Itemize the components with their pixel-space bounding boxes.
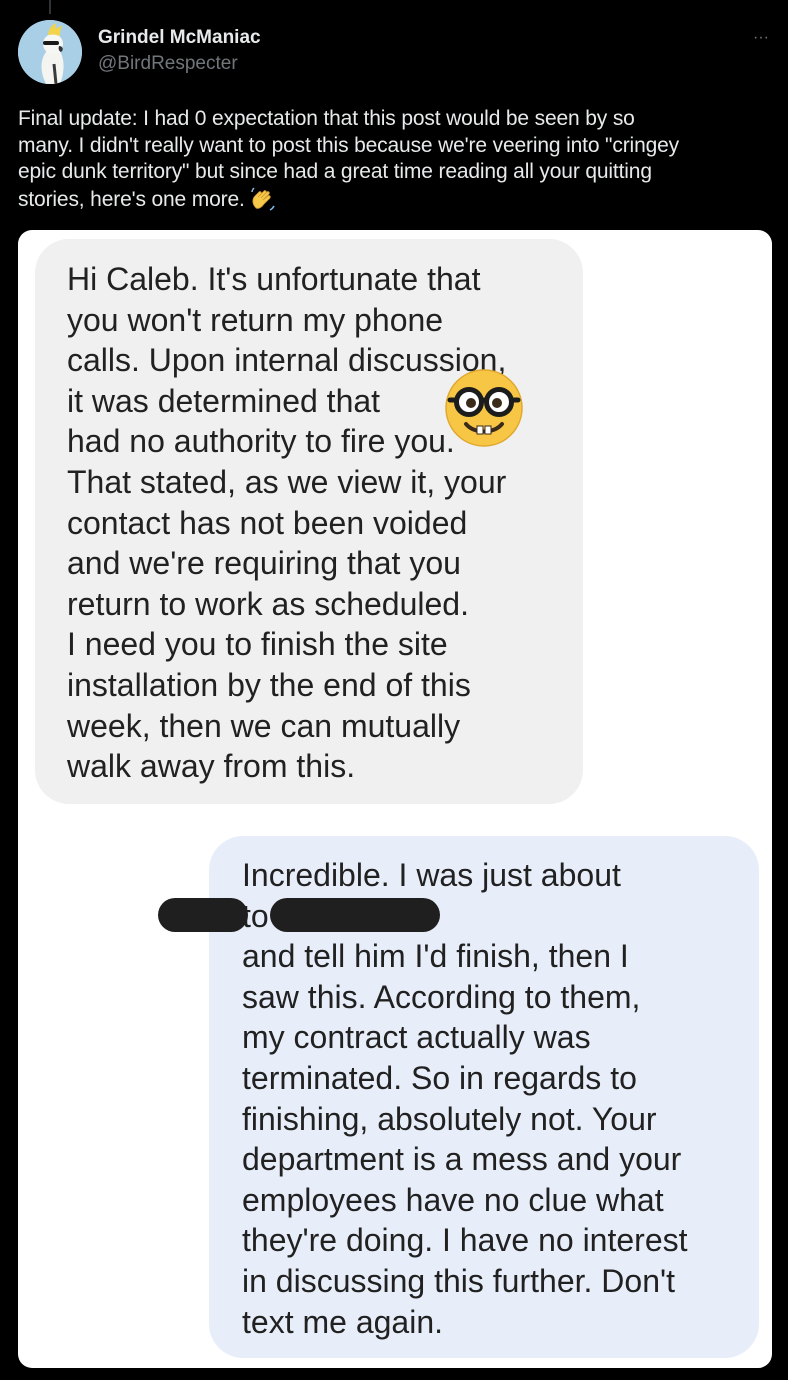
tweet-text-line: Final update: I had 0 expectation that t… [18, 107, 635, 130]
message-line: I need you to finish the site [67, 626, 448, 663]
tweet-text: Final update: I had 0 expectation that t… [18, 106, 778, 213]
message-line: week, then we can mutually [67, 707, 461, 744]
message-line: That stated, as we view it, your [67, 463, 507, 500]
message-line: return to work as scheduled. [67, 585, 469, 622]
author-display-name[interactable]: Grindel McManiac [98, 26, 261, 50]
attached-screenshot-image[interactable]: Hi Caleb. It's unfortunate that you won'… [18, 230, 772, 1368]
message-line: my contract actually was [242, 1019, 591, 1056]
message-line: it was determined that [67, 382, 381, 419]
message-line: in discussing this further. Don't [242, 1262, 675, 1299]
received-message-bubble: Hi Caleb. It's unfortunate that you won'… [35, 239, 583, 804]
message-line: and we're requiring that you [67, 545, 461, 582]
message-line: terminated. So in regards to [242, 1059, 637, 1096]
message-line: saw this. According to them, [242, 978, 641, 1015]
message-line: contact has not been voided [67, 504, 468, 541]
message-line: Hi Caleb. It's unfortunate that [67, 261, 481, 297]
avatar[interactable] [18, 20, 82, 84]
message-line: department is a mess and your [242, 1141, 682, 1178]
message-line: Incredible. I was just about [242, 857, 621, 893]
author-handle[interactable]: @BirdRespecter [98, 52, 238, 76]
cockatoo-avatar-icon [18, 20, 82, 84]
more-options-icon[interactable]: ··· [748, 26, 774, 50]
redaction-mark [158, 898, 248, 932]
tweet-text-line: many. I didn't really want to post this … [18, 133, 680, 157]
message-line: installation by the end of this [67, 666, 471, 703]
message-line: walk away from this. [67, 748, 356, 785]
thread-connector-line [49, 0, 51, 14]
tweet-text-line: stories, here's one more. [18, 187, 245, 211]
message-line: they're doing. I have no interest [242, 1222, 688, 1259]
message-line: text me again. [242, 1303, 443, 1340]
waving-hand-emoji-icon [250, 186, 275, 211]
tweet-text-line: epic dunk territory" but since had a gre… [18, 160, 652, 183]
message-line: and tell him I'd finish, then I [242, 938, 629, 975]
message-line: employees have no clue what [242, 1181, 664, 1218]
message-line: finishing, absolutely not. Your [242, 1100, 657, 1137]
nerd-face-emoji-icon [445, 369, 523, 447]
tweet-text-line-last: stories, here's one more. [18, 186, 778, 214]
received-message-text: Hi Caleb. It's unfortunate that you won'… [67, 259, 506, 787]
message-line: you won't return my phone [67, 301, 444, 338]
redaction-mark [270, 898, 440, 932]
message-line: had no authority to fire you. [67, 423, 455, 460]
message-line: calls. Upon internal discussion, [67, 342, 507, 379]
